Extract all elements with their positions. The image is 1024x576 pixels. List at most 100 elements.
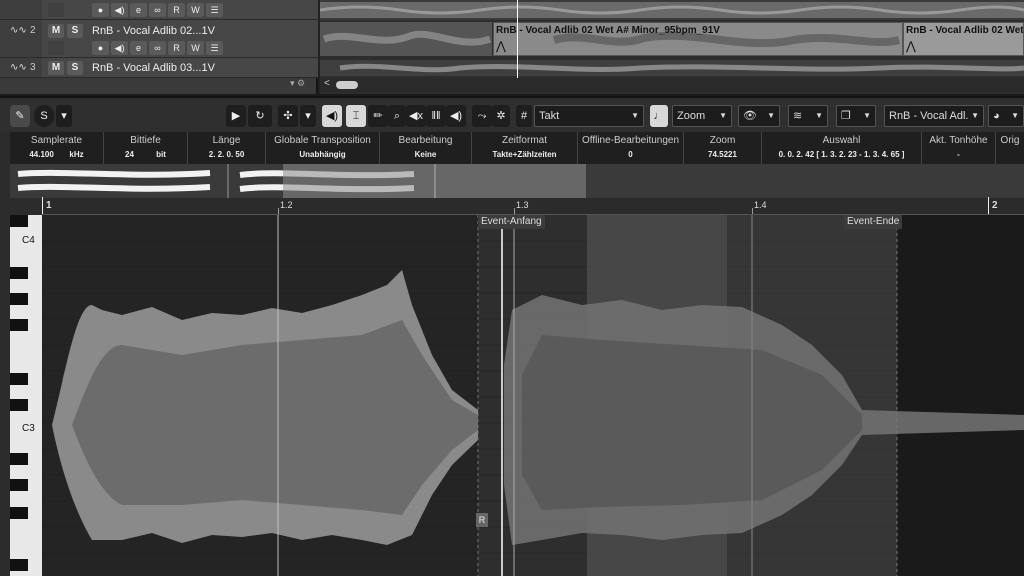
info-value: - [957,150,960,159]
solo-editor-icon[interactable]: S [34,105,54,127]
scroll-thumb[interactable] [336,81,358,89]
auto-scroll-icon[interactable]: ⤳ [472,105,492,127]
horizontal-scrollbar[interactable]: < [320,78,1024,92]
info-value: 74.5221 [708,150,737,159]
audio-clip[interactable]: RnB - Vocal Adlib 02 Wet A# Minor_95bpm_… [493,22,903,56]
overview-selection[interactable] [283,164,586,198]
view-options-dropdown[interactable]: 👁 ▼ [738,105,780,127]
info-value: Unabhängig [299,150,346,159]
play-icon[interactable]: ▶ [226,105,246,127]
track-2[interactable]: ∿∿ 2 M S RnB - Vocal Adlib 02...1V ● ◀) e ∞… [0,20,318,58]
region-marker[interactable]: R [476,513,488,527]
pin-icon[interactable]: ✎ [10,105,30,127]
info-label: Globale Transposition [274,135,371,146]
info-processing[interactable]: Bearbeitung Keine [380,132,472,164]
settings-icon[interactable]: ☰ [206,3,223,17]
editor-toolbar: ✎ S ▾ ▶ ↻ ✣ ▾ ◀) ⌶ ✏ ⌕ ◀x ‖‖ ◀) ⤳ ✲ # Ta… [0,100,1024,132]
info-length[interactable]: Länge 2. 2. 0. 50 [188,132,266,164]
black-key[interactable] [10,215,28,227]
black-key[interactable] [10,319,28,331]
info-value: 44.100 kHz [29,150,84,159]
overview-line[interactable] [10,164,1024,198]
edit-button[interactable]: e [130,41,147,55]
write-button[interactable]: W [187,41,204,55]
track-name[interactable]: RnB - Vocal Adlib 03...1V [92,62,215,74]
black-key[interactable] [10,267,28,279]
chevron-down-icon[interactable]: ▾ [56,105,72,127]
track-3[interactable]: ∿∿ 3 M S RnB - Vocal Adlib 03...1V [0,58,318,78]
quantize-note-icon[interactable]: ♩ [650,105,668,127]
mute-button[interactable]: M [48,61,64,75]
audio-clip[interactable]: RnB - Vocal Adlib 02 Wet A# ⋀ [903,22,1024,56]
snap-icon[interactable]: ✲ [492,105,510,127]
track-name[interactable]: RnB - Vocal Adlib 02...1V [92,25,215,37]
loop-icon[interactable]: ↻ [248,105,272,127]
snap-type-dropdown[interactable]: Takt ▼ [534,105,644,127]
info-line: Samplerate 44.100 kHz Bittiefe 24 bit Läng… [10,132,1024,164]
solo-button[interactable]: S [67,24,83,38]
black-key[interactable] [10,293,28,305]
info-time-format[interactable]: Zeitformat Takte+Zählzeiten [472,132,578,164]
settings-icon[interactable]: ☰ [206,41,223,55]
info-zoom[interactable]: Zoom 74.5221 [684,132,762,164]
windows-icon: ❐ [841,110,851,122]
ruler-label: 2 [992,200,998,211]
waveform-display[interactable]: Event-Anfang Event-Ende R [42,215,1024,576]
link-icon[interactable]: ∞ [149,3,166,17]
zoom-dropdown[interactable]: Zoom ▼ [672,105,732,127]
black-key[interactable] [10,373,28,385]
info-original-pitch[interactable]: Orig [996,132,1024,164]
zoom-tool-icon[interactable]: ⌕ [388,105,406,127]
playhead[interactable] [517,0,518,80]
black-key[interactable] [10,399,28,411]
monitor-button[interactable]: ◀) [111,3,128,17]
info-label: Länge [212,135,241,146]
piano-keyboard[interactable]: C4 C3 [10,215,42,576]
track-controls: ● ◀) e ∞ R W ☰ [92,41,225,55]
record-button[interactable]: ● [92,3,109,17]
black-key[interactable] [10,479,28,491]
info-global-transpose[interactable]: Globale Transposition Unabhängig [266,132,380,164]
range-select-icon[interactable]: ⌶ [346,105,366,127]
info-bit-depth[interactable]: Bittiefe 24 bit [104,132,188,164]
write-button[interactable]: W [187,3,204,17]
black-key[interactable] [10,507,28,519]
solo-button[interactable]: S [67,61,83,75]
grid-icon[interactable]: # [516,105,532,127]
black-key[interactable] [10,453,28,465]
pencil-icon[interactable]: ✏ [368,105,388,127]
track-1[interactable]: ● ◀) e ∞ R W ☰ [0,0,318,20]
event-start-marker[interactable]: Event-Anfang [478,215,545,229]
record-button[interactable]: ● [92,41,109,55]
event-selector-dropdown[interactable]: RnB - Vocal Adl. ▼ [884,105,984,127]
scroll-left-arrow-icon[interactable]: < [324,78,330,89]
volume-icon[interactable]: ◀) [446,105,466,127]
chevron-down-icon[interactable]: ▾ [300,105,316,127]
levels-icon[interactable]: ‖‖ [426,105,446,127]
event-selector-value: RnB - Vocal Adl. [889,110,969,122]
info-current-pitch[interactable]: Akt. Tonhöhe - [922,132,996,164]
mute-tool-icon[interactable]: ◀x [406,105,426,127]
layers-dropdown[interactable]: ≋ ▼ [788,105,828,127]
ruler[interactable]: 1 1.2 1.3 1.4 2 [42,197,1024,215]
event-end-marker[interactable]: Event-Ende [844,215,903,229]
info-offline-processes[interactable]: Offline-Bearbeitungen 0 [578,132,684,164]
extra-tools-dropdown[interactable]: ◕ ▼ [988,105,1024,127]
black-key[interactable] [10,559,28,571]
speaker-icon[interactable]: ◀) [322,105,342,127]
clip-title: RnB - Vocal Adlib 02 Wet A# [906,25,1024,36]
link-icon[interactable]: ∞ [149,41,166,55]
mute-button[interactable]: M [48,24,64,38]
track-list-menu-icon[interactable]: ▾ ⚙ [290,78,305,89]
scrub-icon[interactable]: ✣ [278,105,298,127]
read-button[interactable]: R [168,41,185,55]
fade-handle-icon[interactable]: ⋀ [496,39,506,53]
key-label-c3: C3 [22,423,35,434]
fade-handle-icon[interactable]: ⋀ [906,39,916,53]
edit-button[interactable]: e [130,3,147,17]
read-button[interactable]: R [168,3,185,17]
info-selection[interactable]: Auswahl 0. 0. 2. 42 [ 1. 3. 2. 23 - 1. 3.… [762,132,922,164]
monitor-button[interactable]: ◀) [111,41,128,55]
info-samplerate[interactable]: Samplerate 44.100 kHz [10,132,104,164]
window-layout-dropdown[interactable]: ❐ ▼ [836,105,876,127]
